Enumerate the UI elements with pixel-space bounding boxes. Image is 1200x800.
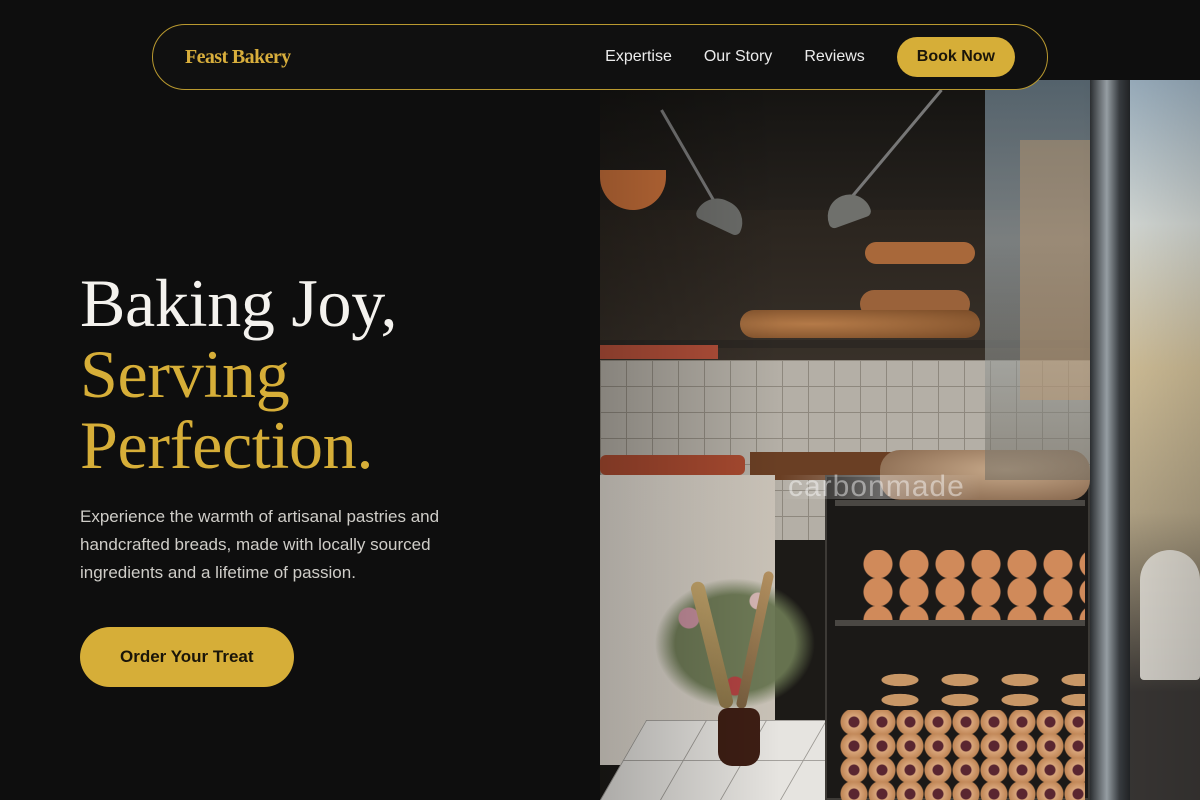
nav-link-expertise[interactable]: Expertise <box>605 48 672 66</box>
hero-subtitle: Experience the warmth of artisanal pastr… <box>80 507 440 582</box>
brand-logo[interactable]: Feast Bakery <box>185 46 291 69</box>
nav-link-our-story[interactable]: Our Story <box>704 48 772 66</box>
landing-page: Feast Bakery Expertise Our Story Reviews… <box>0 0 1200 800</box>
headline-line-2: Serving <box>80 336 290 412</box>
book-now-button[interactable]: Book Now <box>896 37 1015 77</box>
headline-line-1: Baking Joy, <box>80 265 398 341</box>
hero-section: Baking Joy, Serving Perfection. Experien… <box>80 268 580 687</box>
hero-headline: Baking Joy, Serving Perfection. <box>80 268 580 481</box>
photo-shade <box>600 80 1200 800</box>
nav-links: Expertise Our Story Reviews Book Now <box>605 37 1015 77</box>
top-navbar: Feast Bakery Expertise Our Story Reviews… <box>152 24 1048 90</box>
headline-line-3: Perfection. <box>80 407 374 483</box>
order-treat-button[interactable]: Order Your Treat <box>80 627 294 687</box>
bakery-photo: carbonmade <box>600 80 1200 800</box>
nav-link-reviews[interactable]: Reviews <box>804 48 864 66</box>
